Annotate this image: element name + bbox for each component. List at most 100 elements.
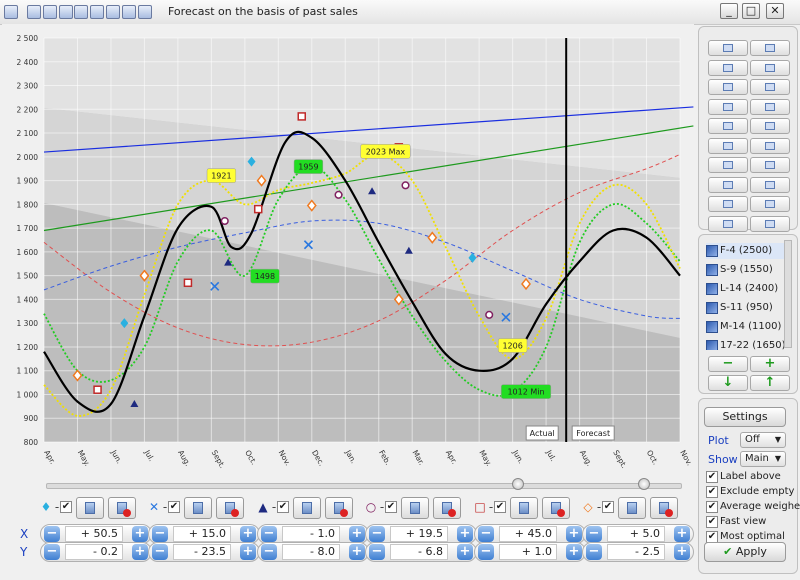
- series-export-button[interactable]: [401, 497, 429, 519]
- mirror-tool-button[interactable]: [708, 196, 748, 212]
- remove-item-button[interactable]: −: [708, 356, 748, 372]
- offset-value[interactable]: + 15.0: [173, 526, 231, 542]
- product-list-item[interactable]: 17-22 (1650): [706, 338, 784, 350]
- decrease-button[interactable]: −: [261, 544, 277, 560]
- product-list-item[interactable]: L-14 (2400): [706, 281, 784, 297]
- print-icon[interactable]: [59, 5, 73, 19]
- series-export-button[interactable]: [618, 497, 646, 519]
- increase-button[interactable]: +: [349, 544, 365, 560]
- decrease-button[interactable]: −: [44, 544, 60, 560]
- decrease-button[interactable]: −: [586, 544, 602, 560]
- tools-icon[interactable]: [122, 5, 136, 19]
- option-checkbox[interactable]: ✔: [706, 516, 718, 528]
- series-delete-button[interactable]: [542, 497, 570, 519]
- decrease-button[interactable]: −: [586, 526, 602, 542]
- product-list-item[interactable]: S-9 (1550): [706, 262, 784, 278]
- series-export-button[interactable]: [510, 497, 538, 519]
- close-button[interactable]: ✕: [766, 3, 784, 19]
- increase-button[interactable]: +: [132, 544, 148, 560]
- area-tool-button[interactable]: [708, 176, 748, 193]
- line-tool-button[interactable]: [708, 157, 748, 173]
- series-visible-checkbox[interactable]: ✔: [277, 501, 289, 513]
- offset-value[interactable]: + 45.0: [499, 526, 557, 542]
- series-visible-checkbox[interactable]: ✔: [602, 501, 614, 513]
- series-export-button[interactable]: [293, 497, 321, 519]
- new-chart-button[interactable]: [708, 40, 748, 56]
- apply-button[interactable]: ✔ Apply: [704, 542, 786, 562]
- resize-tool-button[interactable]: [750, 215, 790, 232]
- offset-value[interactable]: - 6.8: [390, 544, 448, 560]
- delete-chart-button[interactable]: [708, 59, 748, 76]
- series-visible-checkbox[interactable]: ✔: [494, 501, 506, 513]
- decrease-button[interactable]: −: [152, 544, 168, 560]
- option-checkbox[interactable]: ✔: [706, 501, 718, 513]
- axis-tool-button[interactable]: [708, 215, 748, 232]
- product-list-scrollbar[interactable]: [784, 240, 792, 348]
- save-as-icon[interactable]: [43, 5, 57, 19]
- increase-button[interactable]: +: [349, 526, 365, 542]
- mirror-alt-tool-button[interactable]: [750, 196, 790, 212]
- series-delete-button[interactable]: [108, 497, 136, 519]
- page-tool-button[interactable]: [750, 137, 790, 154]
- shape-tool-button[interactable]: [750, 98, 790, 115]
- offset-value[interactable]: + 1.0: [499, 544, 557, 560]
- area-curve-tool-button[interactable]: [750, 176, 790, 193]
- offset-value[interactable]: - 0.2: [65, 544, 123, 560]
- series-delete-button[interactable]: [325, 497, 353, 519]
- curve-tool-button[interactable]: [750, 157, 790, 173]
- edit-chart-button[interactable]: [750, 40, 790, 56]
- series-visible-checkbox[interactable]: ✔: [168, 501, 180, 513]
- decrease-button[interactable]: −: [152, 526, 168, 542]
- increase-button[interactable]: +: [240, 544, 256, 560]
- product-list-item[interactable]: F-4 (2500): [706, 243, 784, 259]
- series-export-button[interactable]: [184, 497, 212, 519]
- offset-value[interactable]: + 19.5: [390, 526, 448, 542]
- offset-value[interactable]: - 1.0: [282, 526, 340, 542]
- triangle-tool-button[interactable]: [708, 98, 748, 115]
- offset-value[interactable]: + 5.0: [607, 526, 665, 542]
- add-chart-button[interactable]: [750, 59, 790, 76]
- product-list-item[interactable]: S-11 (950): [706, 300, 784, 316]
- decrease-button[interactable]: −: [478, 544, 494, 560]
- offset-value[interactable]: - 23.5: [173, 544, 231, 560]
- series-delete-button[interactable]: [433, 497, 461, 519]
- offset-value[interactable]: - 2.5: [607, 544, 665, 560]
- series-delete-button[interactable]: [650, 497, 678, 519]
- series-delete-button[interactable]: [216, 497, 244, 519]
- decrease-button[interactable]: −: [369, 544, 385, 560]
- decrease-button[interactable]: −: [261, 526, 277, 542]
- increase-button[interactable]: +: [566, 544, 582, 560]
- move-up-button[interactable]: ↑: [750, 375, 790, 391]
- option-checkbox[interactable]: ✔: [706, 471, 718, 483]
- settings-button[interactable]: Settings: [704, 407, 786, 427]
- show-select[interactable]: Main ▼: [740, 451, 786, 467]
- increase-button[interactable]: +: [674, 544, 690, 560]
- decrease-button[interactable]: −: [478, 526, 494, 542]
- increase-button[interactable]: +: [457, 544, 473, 560]
- option-checkbox[interactable]: ✔: [706, 486, 718, 498]
- export-icon[interactable]: [106, 5, 120, 19]
- print-region-button[interactable]: [708, 137, 748, 154]
- print-preview-icon[interactable]: [74, 5, 88, 19]
- series-visible-checkbox[interactable]: ✔: [385, 501, 397, 513]
- rotate-tool-button[interactable]: [750, 118, 790, 134]
- series-visible-checkbox[interactable]: ✔: [60, 501, 72, 513]
- move-down-button[interactable]: ↓: [708, 375, 748, 391]
- offset-value[interactable]: + 50.5: [65, 526, 123, 542]
- import-icon[interactable]: [90, 5, 104, 19]
- increase-button[interactable]: +: [674, 526, 690, 542]
- add-item-button[interactable]: +: [750, 356, 790, 372]
- range-slider-end-handle[interactable]: [638, 478, 650, 490]
- plot-select[interactable]: Off ▼: [740, 432, 786, 448]
- save-icon[interactable]: [27, 5, 41, 19]
- fill-tool-button[interactable]: [708, 79, 748, 95]
- increase-button[interactable]: +: [566, 526, 582, 542]
- range-slider-track[interactable]: [46, 483, 682, 489]
- product-list-item[interactable]: M-14 (1100): [706, 319, 784, 335]
- minimize-button[interactable]: _: [720, 3, 738, 19]
- offset-value[interactable]: - 8.0: [282, 544, 340, 560]
- increase-button[interactable]: +: [132, 526, 148, 542]
- menu-icon[interactable]: [138, 5, 152, 19]
- increase-button[interactable]: +: [457, 526, 473, 542]
- maximize-button[interactable]: □: [742, 3, 760, 19]
